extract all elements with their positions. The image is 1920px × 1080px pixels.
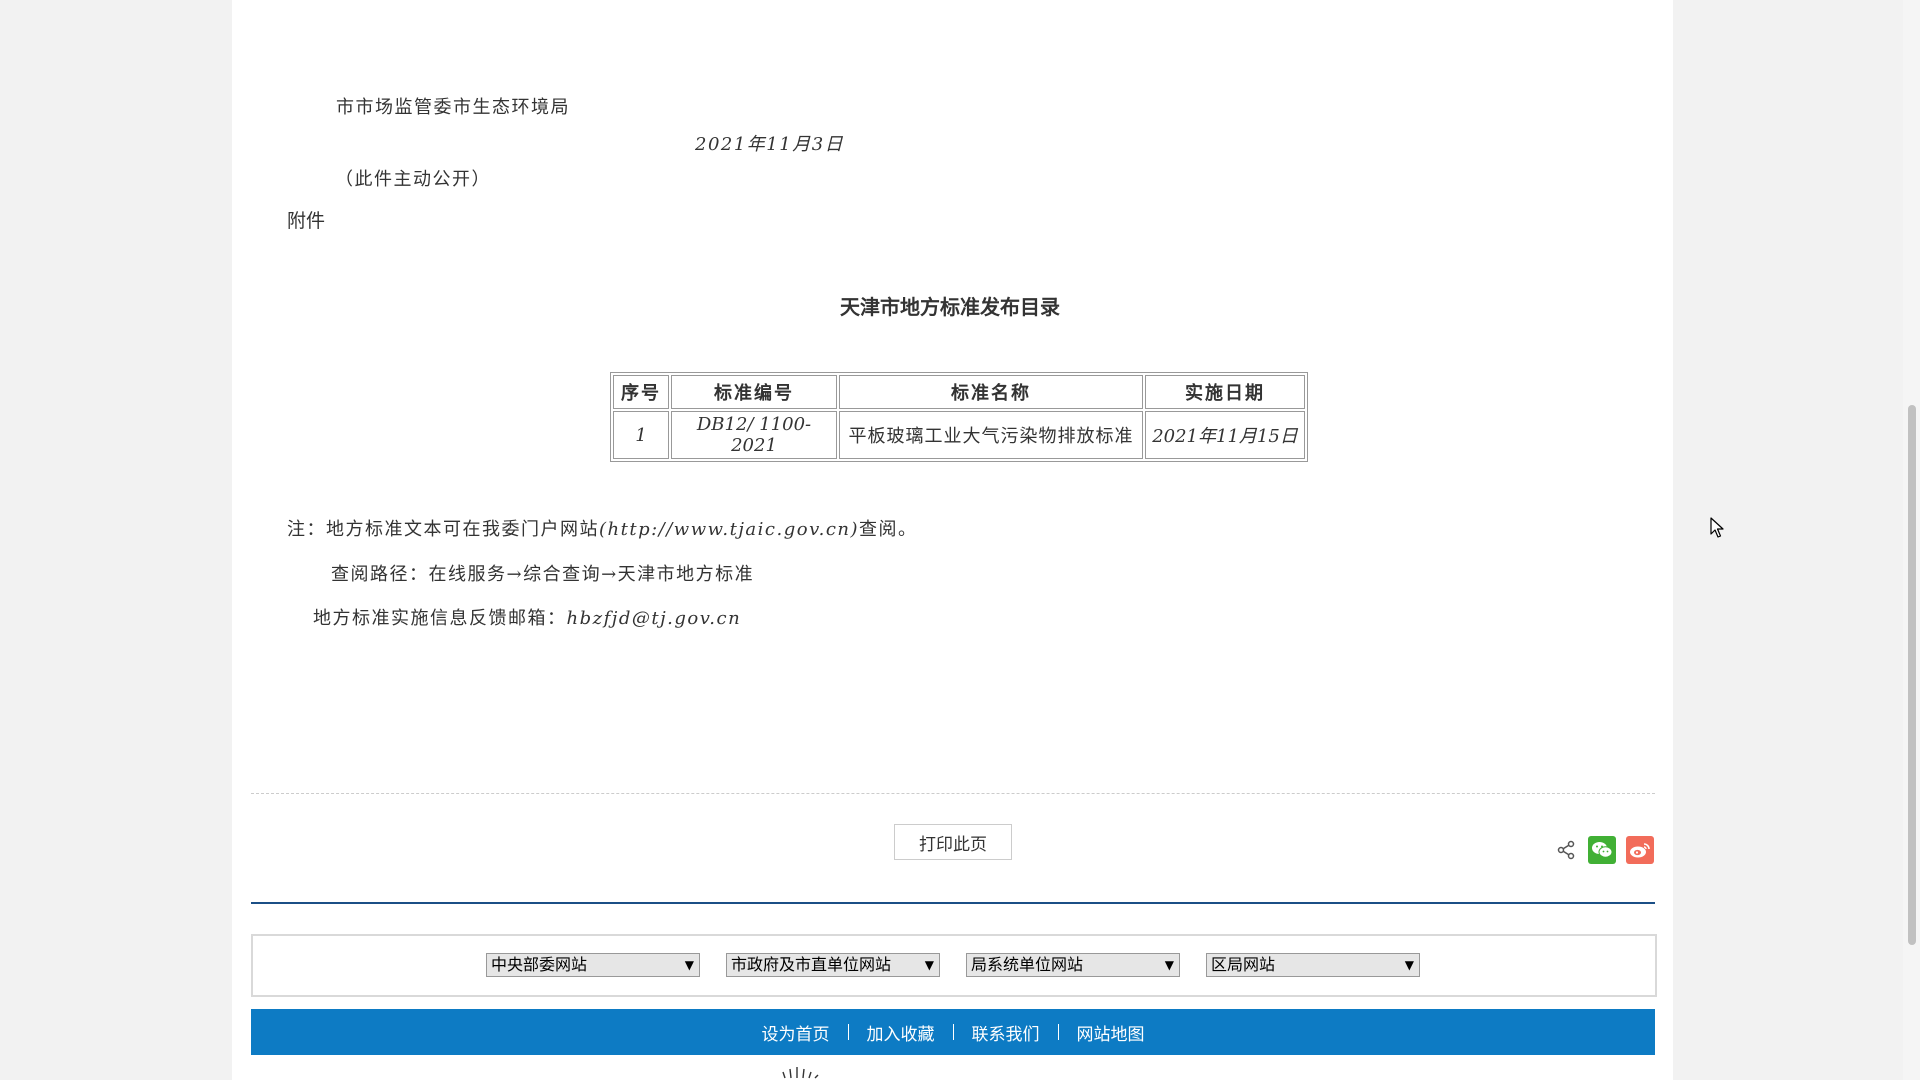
- select-district-label: 区局网站: [1211, 955, 1276, 974]
- emblem-partial-icon: [782, 1067, 819, 1079]
- mouse-cursor-icon: [1710, 517, 1724, 538]
- select-bureau-system-units[interactable]: 局系统单位网站 ▼: [966, 953, 1180, 977]
- note-line-1: 注：地方标准文本可在我委门户网站(http://www.tjaic.gov.cn…: [287, 515, 918, 541]
- table-row: 1 DB12/ 1100-2021 平板玻璃工业大气污染物排放标准 2021年1…: [613, 411, 1305, 459]
- share-icon[interactable]: [1554, 838, 1578, 862]
- note-line-3: 地方标准实施信息反馈邮箱：hbzfjd@tj.gov.cn: [313, 604, 741, 630]
- signatory: 市市场监管委市生态环境局: [336, 97, 570, 118]
- document-date: 2021年11月3日: [695, 134, 845, 155]
- wechat-icon[interactable]: [1588, 836, 1616, 864]
- feedback-email: hbzfjd@tj.gov.cn: [566, 608, 742, 629]
- portal-url: (http://www.tjaic.gov.cn): [599, 519, 860, 540]
- footer-link-set-homepage[interactable]: 设为首页: [744, 1020, 848, 1045]
- vertical-scrollbar[interactable]: [1903, 0, 1920, 1080]
- note-line-2: 查阅路径：在线服务→综合查询→天津市地方标准: [331, 564, 755, 585]
- email-label: 地方标准实施信息反馈邮箱：: [313, 608, 567, 629]
- select-central-ministries[interactable]: 中央部委网站 ▼: [486, 953, 700, 977]
- dropdown-arrow-icon: ▼: [924, 958, 934, 972]
- footer-link-contact-us[interactable]: 联系我们: [954, 1020, 1058, 1045]
- content-page: 市市场监管委市生态环境局 2021年11月3日 （此件主动公开） 附件 天津市地…: [232, 0, 1673, 1080]
- standards-table: 序号 标准编号 标准名称 实施日期 1 DB12/ 1100-2021 平板玻璃…: [610, 372, 1308, 462]
- cell-index: 1: [613, 411, 669, 459]
- print-button[interactable]: 打印此页: [894, 824, 1012, 860]
- dropdown-arrow-icon: ▼: [684, 958, 694, 972]
- select-municipal-units[interactable]: 市政府及市直单位网站 ▼: [726, 953, 940, 977]
- select-bureau-label: 局系统单位网站: [971, 955, 1084, 974]
- cell-date: 2021年11月15日: [1145, 411, 1305, 459]
- select-central-label: 中央部委网站: [491, 955, 588, 974]
- footer-link-sitemap[interactable]: 网站地图: [1059, 1020, 1163, 1045]
- note-prefix: 注：地方标准文本可在我委门户网站: [287, 519, 599, 540]
- blue-divider: [251, 902, 1655, 904]
- table-header-row: 序号 标准编号 标准名称 实施日期: [613, 375, 1305, 409]
- note-suffix: 查阅。: [859, 519, 918, 540]
- public-note: （此件主动公开）: [335, 169, 491, 190]
- select-municipal-label: 市政府及市直单位网站: [731, 955, 892, 974]
- share-area: [1554, 836, 1654, 864]
- weibo-icon[interactable]: [1626, 836, 1654, 864]
- cell-name: 平板玻璃工业大气污染物排放标准: [839, 411, 1143, 459]
- scrollbar-thumb[interactable]: [1908, 405, 1916, 945]
- document-title: 天津市地方标准发布目录: [840, 295, 1060, 319]
- dropdown-arrow-icon: ▼: [1404, 958, 1414, 972]
- col-header-name: 标准名称: [839, 375, 1143, 409]
- col-header-code: 标准编号: [671, 375, 837, 409]
- col-header-index: 序号: [613, 375, 669, 409]
- cell-code: DB12/ 1100-2021: [671, 411, 837, 459]
- footer-link-add-favorite[interactable]: 加入收藏: [849, 1020, 953, 1045]
- related-links-box: 中央部委网站 ▼ 市政府及市直单位网站 ▼ 局系统单位网站 ▼ 区局网站 ▼: [251, 934, 1657, 997]
- dropdown-arrow-icon: ▼: [1164, 958, 1174, 972]
- select-district-bureaus[interactable]: 区局网站 ▼: [1206, 953, 1420, 977]
- footer-bar: 设为首页 加入收藏 联系我们 网站地图: [251, 1009, 1655, 1055]
- dashed-divider: [251, 793, 1655, 794]
- attachment-label: 附件: [287, 210, 326, 232]
- col-header-date: 实施日期: [1145, 375, 1305, 409]
